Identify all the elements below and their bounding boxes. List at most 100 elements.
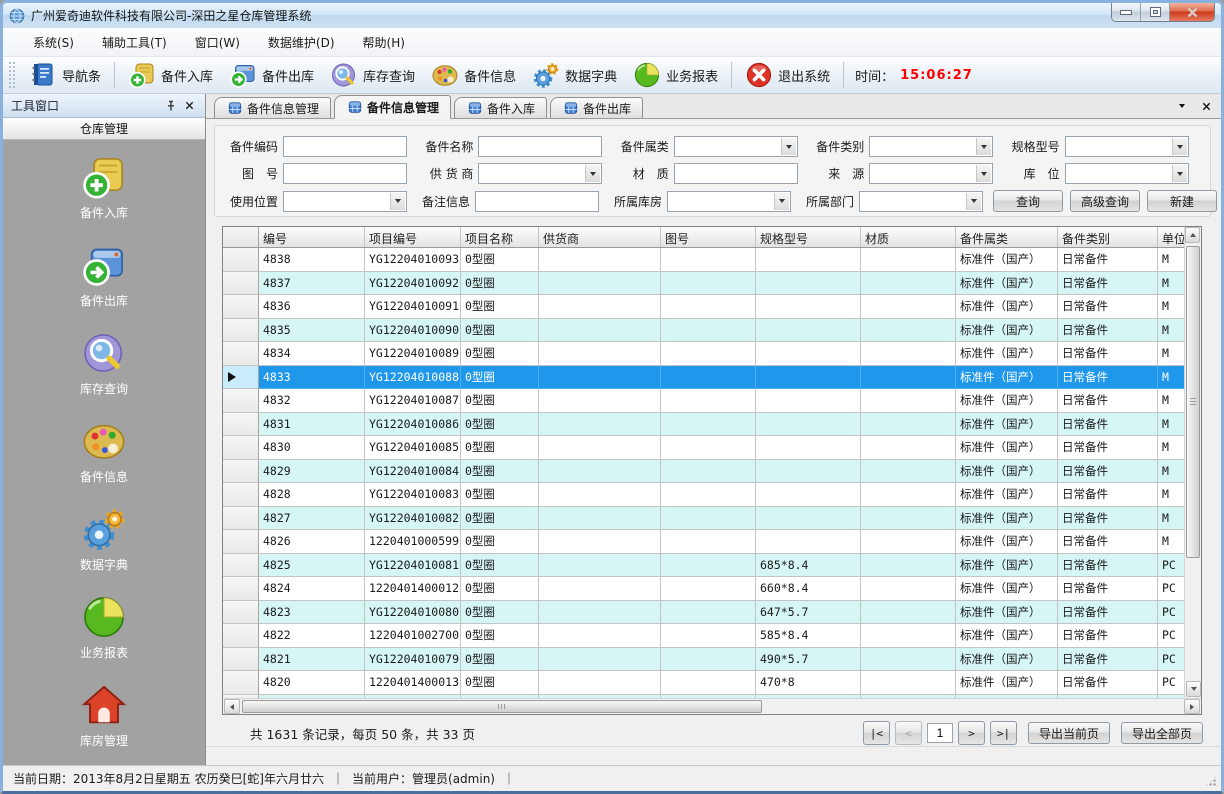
sidebar-item-palette[interactable]: 备件信息 (80, 418, 128, 485)
table-row[interactable]: 482412204014000120型圈660*8.4标准件（国产）日常备件PC (223, 577, 1201, 601)
query-button[interactable]: 查询 (993, 190, 1063, 212)
tab-3[interactable]: 备件入库 (454, 97, 547, 118)
input-备件编码[interactable] (283, 136, 407, 157)
toolbar-button-palette[interactable]: 备件信息 (423, 59, 524, 91)
table-row[interactable]: 4838YG122040100930型圈标准件（国产）日常备件M (223, 248, 1201, 272)
table-row[interactable]: 4825YG122040100810型圈685*8.4标准件（国产）日常备件PC (223, 554, 1201, 578)
tool-window-close-button[interactable] (181, 98, 197, 114)
table-row[interactable]: 4828YG122040100830型圈标准件（国产）日常备件M (223, 483, 1201, 507)
toolbar-button-exit[interactable]: 退出系统 (737, 59, 838, 91)
combo-所属部门[interactable] (859, 191, 983, 212)
combo-使用位置[interactable] (283, 191, 407, 212)
scroll-right-button[interactable] (1184, 699, 1200, 714)
combo-供 货 商[interactable] (478, 163, 602, 184)
table-row[interactable]: 4836YG122040100910型圈标准件（国产）日常备件M (223, 295, 1201, 319)
combo-dropdown-button[interactable] (774, 193, 789, 210)
table-row[interactable]: 4837YG122040100920型圈标准件（国产）日常备件M (223, 272, 1201, 296)
sidebar-item-inbound[interactable]: 备件入库 (80, 154, 128, 221)
scroll-left-button[interactable] (224, 699, 240, 714)
combo-备件类别[interactable] (869, 136, 993, 157)
table-row[interactable]: 4834YG122040100890型圈标准件（国产）日常备件M (223, 342, 1201, 366)
menu-item-2[interactable]: 辅助工具(T) (88, 30, 181, 55)
table-header-6[interactable]: 材质 (861, 227, 956, 247)
table-row[interactable]: 482212204010027000型圈585*8.4标准件（国产）日常备件PC (223, 624, 1201, 648)
input-图 号[interactable] (283, 163, 407, 184)
tab-2[interactable]: 备件信息管理 (334, 95, 451, 119)
toolbar-button-inbound[interactable]: 备件入库 (120, 59, 221, 91)
combo-规格型号[interactable] (1065, 136, 1189, 157)
minimize-button[interactable] (1112, 3, 1141, 21)
table-header-3[interactable]: 供货商 (539, 227, 661, 247)
combo-备件属类[interactable] (674, 136, 798, 157)
table-row[interactable]: 4829YG122040100840型圈标准件（国产）日常备件M (223, 460, 1201, 484)
vertical-scroll-thumb[interactable] (1186, 246, 1200, 558)
sidebar-item-outbound[interactable]: 备件出库 (80, 242, 128, 309)
menu-item-5[interactable]: 帮助(H) (349, 30, 419, 55)
toolbar-button-outbound[interactable]: 备件出库 (221, 59, 322, 91)
table-header-4[interactable]: 图号 (661, 227, 756, 247)
maximize-button[interactable] (1141, 3, 1170, 21)
horizontal-scroll-thumb[interactable] (242, 700, 762, 713)
sidebar-item-gears[interactable]: 数据字典 (80, 506, 128, 573)
toolbar-button-report[interactable]: 业务报表 (625, 59, 726, 91)
menu-item-1[interactable]: 系统(S) (19, 30, 88, 55)
table-row[interactable]: 4833YG122040100880型圈标准件（国产）日常备件M (223, 366, 1201, 390)
tab-4[interactable]: 备件出库 (550, 97, 643, 118)
horizontal-scrollbar[interactable] (223, 698, 1201, 714)
export-current-page-button[interactable]: 导出当前页 (1028, 722, 1110, 744)
sidebar-item-home[interactable]: 库房管理 (80, 682, 128, 749)
toolbar-grip[interactable] (9, 62, 16, 88)
close-button[interactable] (1170, 3, 1214, 21)
table-row[interactable]: 4823YG122040100800型圈647*5.7标准件（国产）日常备件PC (223, 601, 1201, 625)
scroll-down-button[interactable] (1186, 681, 1201, 697)
table-header-8[interactable]: 备件类别 (1058, 227, 1158, 247)
last-page-button[interactable]: >| (990, 721, 1017, 745)
tool-window-header[interactable]: 工具窗口 (3, 94, 205, 118)
table-header-7[interactable]: 备件属类 (956, 227, 1058, 247)
sidebar-item-report[interactable]: 业务报表 (80, 594, 128, 661)
next-page-button[interactable]: > (958, 721, 985, 745)
toolbar-button-navbook[interactable]: 导航条 (21, 59, 109, 91)
table-row[interactable]: 4827YG122040100820型圈标准件（国产）日常备件M (223, 507, 1201, 531)
table-header-1[interactable]: 项目编号 (365, 227, 461, 247)
input-备注信息[interactable] (475, 191, 599, 212)
scroll-up-button[interactable] (1185, 227, 1200, 243)
table-header-9[interactable]: 单位 (1158, 227, 1186, 247)
tab-close-button[interactable] (1199, 99, 1213, 113)
combo-dropdown-button[interactable] (1172, 138, 1187, 155)
combo-dropdown-button[interactable] (976, 165, 991, 182)
menu-item-4[interactable]: 数据维护(D) (254, 30, 349, 55)
table-header-2[interactable]: 项目名称 (461, 227, 539, 247)
resize-grip[interactable] (1205, 775, 1217, 787)
page-number-input[interactable] (927, 723, 953, 743)
export-all-pages-button[interactable]: 导出全部页 (1121, 722, 1203, 744)
combo-来 源[interactable] (869, 163, 993, 184)
window-titlebar[interactable]: 广州爱奇迪软件科技有限公司-深田之星仓库管理系统 (3, 3, 1221, 28)
combo-dropdown-button[interactable] (390, 193, 405, 210)
sidebar-item-search[interactable]: 库存查询 (80, 330, 128, 397)
table-header-5[interactable]: 规格型号 (756, 227, 861, 247)
sidebar-group-title[interactable]: 仓库管理 (3, 118, 205, 140)
input-备件名称[interactable] (478, 136, 602, 157)
combo-dropdown-button[interactable] (781, 138, 796, 155)
combo-dropdown-button[interactable] (585, 165, 600, 182)
vertical-scrollbar[interactable] (1184, 227, 1201, 698)
toolbar-button-search[interactable]: 库存查询 (322, 59, 423, 91)
table-row[interactable]: 4835YG122040100900型圈标准件（国产）日常备件M (223, 319, 1201, 343)
pin-button[interactable] (163, 98, 179, 114)
prev-page-button[interactable]: < (895, 721, 922, 745)
input-材 质[interactable] (674, 163, 798, 184)
combo-dropdown-button[interactable] (1172, 165, 1187, 182)
table-row[interactable]: 482012204014000130型圈470*8标准件（国产）日常备件PC (223, 671, 1201, 695)
table-row[interactable]: 4832YG122040100870型圈标准件（国产）日常备件M (223, 389, 1201, 413)
new-button[interactable]: 新建 (1147, 190, 1217, 212)
tab-1[interactable]: 备件信息管理 (214, 97, 331, 118)
table-row[interactable]: 4830YG122040100850型圈标准件（国产）日常备件M (223, 436, 1201, 460)
advanced-query-button[interactable]: 高级查询 (1070, 190, 1140, 212)
combo-dropdown-button[interactable] (976, 138, 991, 155)
table-row[interactable]: 4821YG122040100790型圈490*5.7标准件（国产）日常备件PC (223, 648, 1201, 672)
tab-list-dropdown[interactable] (1175, 99, 1189, 113)
table-header-0[interactable]: 编号 (259, 227, 365, 247)
menu-item-3[interactable]: 窗口(W) (181, 30, 254, 55)
combo-dropdown-button[interactable] (966, 193, 981, 210)
